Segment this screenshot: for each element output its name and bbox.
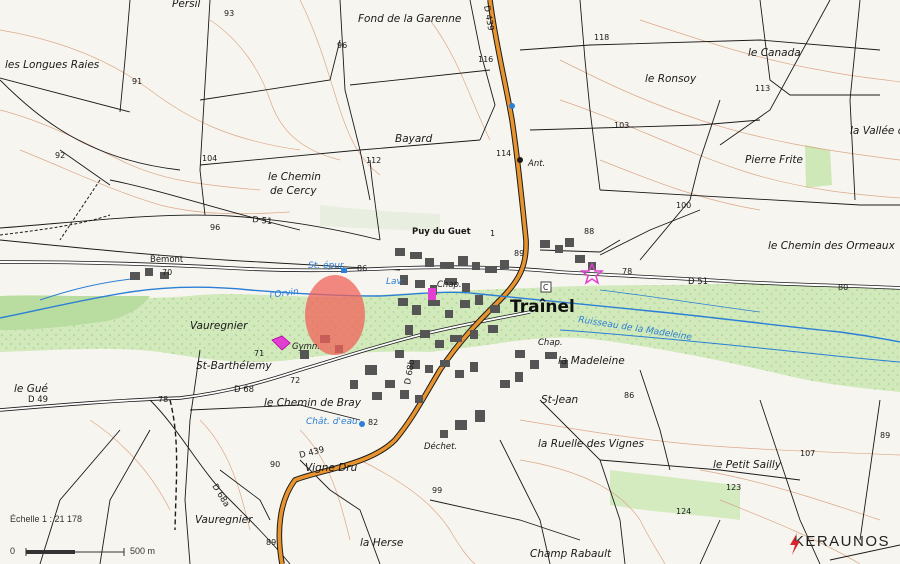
svg-text:80: 80 xyxy=(838,283,848,292)
label-champ-rabault: Champ Rabault xyxy=(530,548,612,560)
forest-patch xyxy=(805,145,832,188)
label-d49: D 49 xyxy=(28,395,48,405)
svg-text:123: 123 xyxy=(726,483,741,492)
scale-label: Échelle 1 : 21 178 xyxy=(10,514,83,524)
label-chat-eau: Chât. d'eau xyxy=(306,417,358,427)
road-labels: D 51 D 51 D 439 D 439 D 68 D 68b D 68a D… xyxy=(28,5,708,509)
label-madeleine: la Madeleine xyxy=(558,355,625,367)
svg-text:116: 116 xyxy=(478,55,493,64)
label-d51-w: D 51 xyxy=(252,215,273,227)
map-canvas: Persil Fond de la Garenne les Longues Ra… xyxy=(0,0,900,564)
label-petit-sailly: le Petit Sailly xyxy=(713,459,782,471)
scale-end: 500 m xyxy=(130,546,156,556)
svg-text:100: 100 xyxy=(676,201,691,210)
svg-text:88: 88 xyxy=(584,227,594,236)
svg-text:89: 89 xyxy=(514,249,524,258)
label-cercy: de Cercy xyxy=(270,185,317,197)
label-bayard: Bayard xyxy=(395,133,433,145)
svg-text:124: 124 xyxy=(676,507,691,516)
svg-text:1: 1 xyxy=(490,229,495,238)
svg-text:93: 93 xyxy=(224,9,234,18)
scale-bar xyxy=(25,548,125,556)
svg-text:113: 113 xyxy=(755,84,770,93)
brand-logo: KERAUNOS xyxy=(788,533,890,555)
label-vigne-dru: Vigne Dru xyxy=(305,462,358,474)
label-c-marker: C xyxy=(543,283,548,292)
label-longues-raies: les Longues Raies xyxy=(5,59,100,71)
svg-text:92: 92 xyxy=(55,151,65,160)
svg-text:96: 96 xyxy=(210,223,220,232)
label-st-barthelemy: St-Barthélemy xyxy=(196,360,272,372)
label-puy-du-guet: Puy du Guet xyxy=(412,227,471,237)
svg-text:114: 114 xyxy=(496,149,511,158)
svg-text:104: 104 xyxy=(202,154,217,163)
label-d68a: D 68a xyxy=(209,482,231,509)
label-la-herse: la Herse xyxy=(360,537,403,549)
label-d68b: D 68b xyxy=(403,359,417,386)
label-town: Traînel xyxy=(510,297,575,317)
svg-text:107: 107 xyxy=(800,449,815,458)
svg-text:99: 99 xyxy=(432,486,442,495)
dashed-track xyxy=(169,399,178,531)
label-vallee: la Vallée d xyxy=(850,125,900,137)
label-chemin-bray: le Chemin de Bray xyxy=(264,397,362,409)
label-le-gue: le Gué xyxy=(14,383,49,395)
svg-text:72: 72 xyxy=(290,376,300,385)
label-pierre-frite: Pierre Frite xyxy=(745,154,803,166)
label-chap-1: Chap. xyxy=(437,280,462,290)
label-vauregnier-s: Vauregnier xyxy=(195,514,253,526)
label-canada: le Canada xyxy=(748,47,801,59)
svg-text:103: 103 xyxy=(614,121,629,130)
water-tower-marker xyxy=(359,421,365,427)
svg-text:89: 89 xyxy=(880,431,890,440)
topographic-map[interactable]: Persil Fond de la Garenne les Longues Ra… xyxy=(0,0,900,564)
svg-text:78: 78 xyxy=(622,267,632,276)
label-vauregnier: Vauregnier xyxy=(190,320,248,332)
label-fond-garenne: Fond de la Garenne xyxy=(358,13,461,25)
forest-patch xyxy=(610,470,740,520)
svg-text:70: 70 xyxy=(162,268,172,277)
label-d68: D 68 xyxy=(234,385,254,395)
svg-text:89: 89 xyxy=(266,538,276,547)
brand-name: KERAUNOS xyxy=(793,533,890,550)
label-dechet: Déchet. xyxy=(424,441,457,452)
svg-text:118: 118 xyxy=(594,33,609,42)
label-gymn: Gymn. xyxy=(292,342,320,352)
label-ant: Ant. xyxy=(527,159,545,169)
label-ruelle-vignes: la Ruelle des Vignes xyxy=(538,438,645,450)
label-bemont: Bémont xyxy=(150,254,184,265)
svg-text:86: 86 xyxy=(357,264,367,273)
scale-start: 0 xyxy=(10,546,16,556)
svg-text:86: 86 xyxy=(624,391,634,400)
label-lav: Lav. xyxy=(386,277,404,287)
svg-text:82: 82 xyxy=(368,418,378,427)
label-persil: Persil xyxy=(172,0,200,10)
label-ronsoy: le Ronsoy xyxy=(645,73,697,85)
svg-text:78: 78 xyxy=(158,395,168,404)
svg-text:112: 112 xyxy=(366,156,381,165)
label-d51-e: D 51 xyxy=(688,277,708,287)
label-chap-2: Chap. xyxy=(538,338,563,348)
label-chemin: le Chemin xyxy=(268,171,321,183)
label-st-epur: St. épur. xyxy=(308,260,346,271)
svg-text:90: 90 xyxy=(270,460,280,469)
svg-text:71: 71 xyxy=(254,349,264,358)
label-st-jean: St-Jean xyxy=(541,394,578,406)
label-chemin-ormeaux: le Chemin des Ormeaux xyxy=(768,240,896,252)
svg-text:91: 91 xyxy=(132,77,142,86)
svg-text:96: 96 xyxy=(337,41,347,50)
